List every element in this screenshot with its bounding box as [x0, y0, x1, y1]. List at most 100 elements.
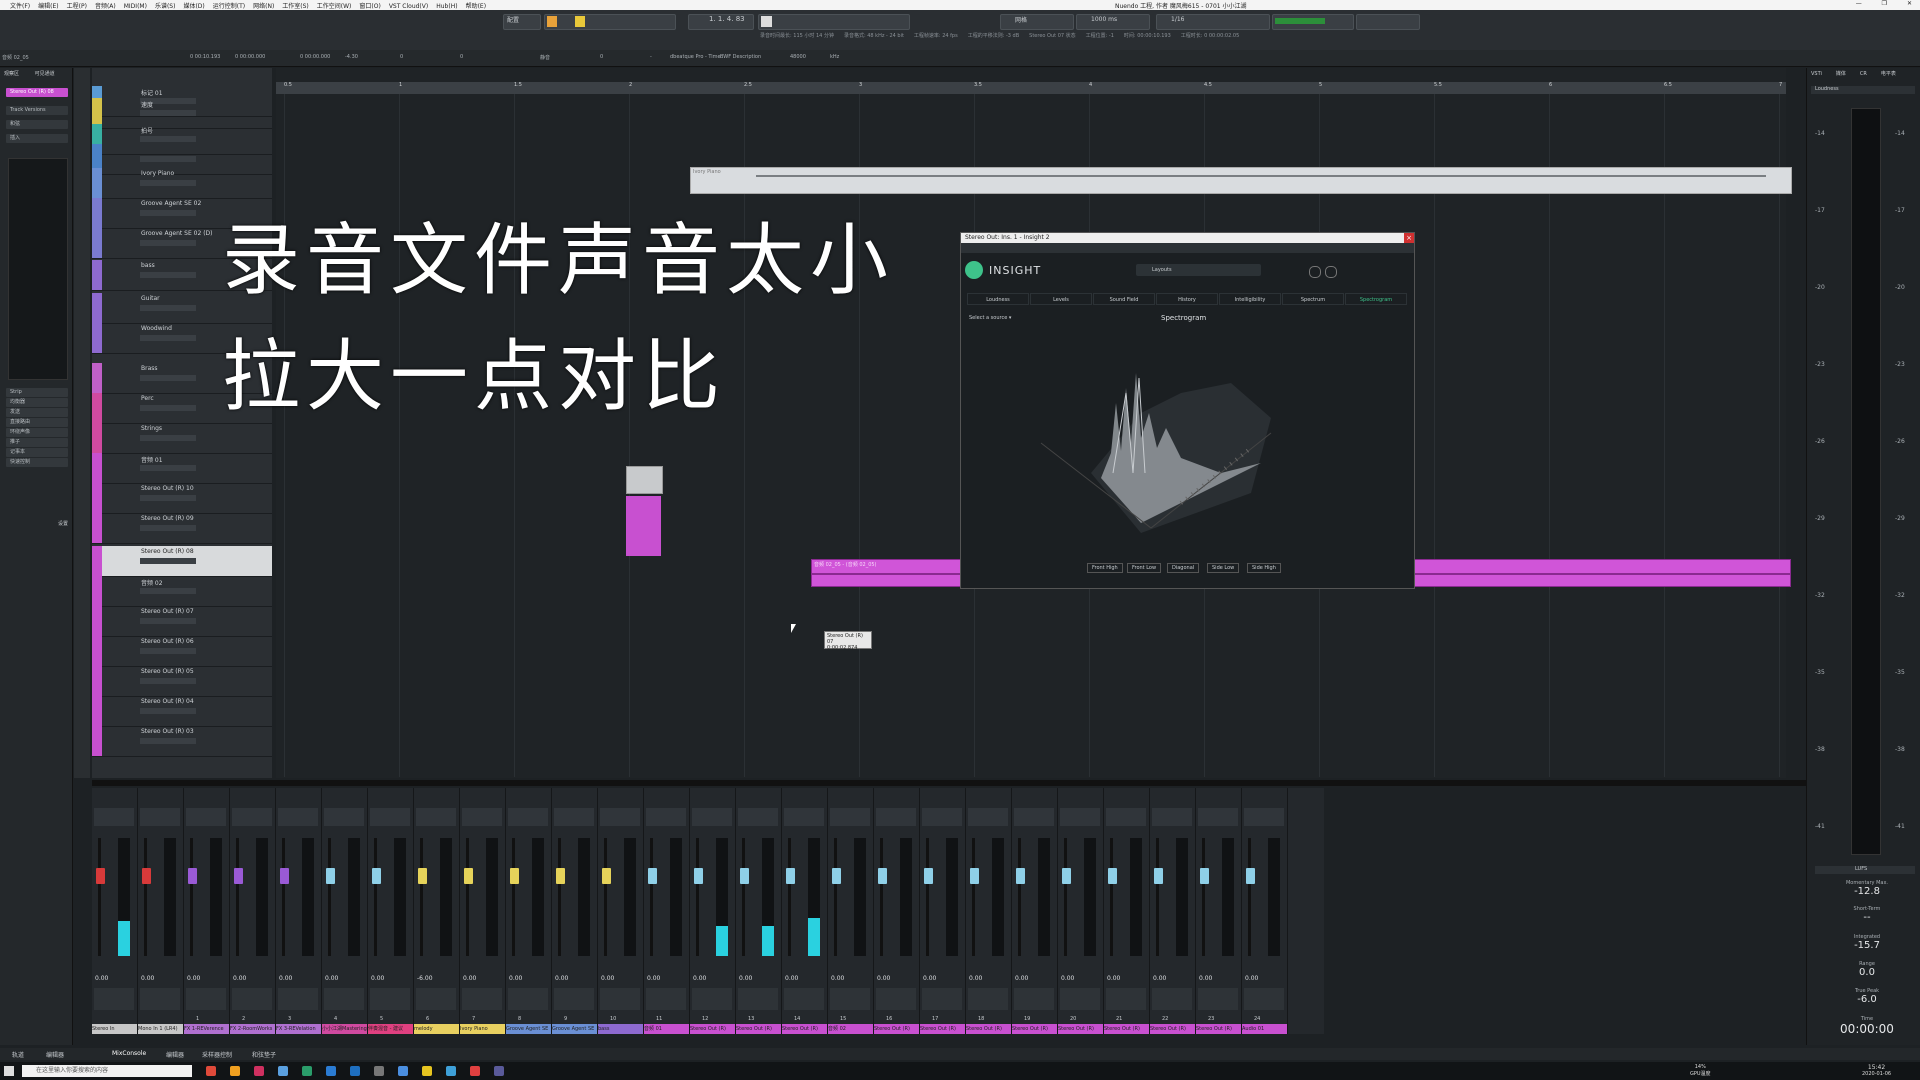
lower-zone-tab[interactable]: 采样器控制 — [202, 1050, 232, 1059]
volume-value[interactable]: 0.00 — [1153, 975, 1166, 982]
settings-label[interactable]: 设置 — [58, 520, 68, 527]
plugin-tab[interactable]: Levels — [1030, 293, 1092, 305]
track-row[interactable]: Stereo Out (R) 06 — [92, 636, 272, 667]
channel-buttons[interactable] — [324, 808, 364, 826]
track-controls[interactable] — [140, 136, 196, 142]
volume-fader[interactable] — [1062, 868, 1071, 884]
channel-routing[interactable] — [1106, 988, 1146, 1010]
track-controls[interactable] — [140, 405, 196, 411]
volume-fader[interactable] — [280, 868, 289, 884]
volume-fader[interactable] — [464, 868, 473, 884]
info-value[interactable]: 0 00:00.000 — [235, 54, 265, 60]
quantize-selector[interactable]: 1/16 — [1156, 14, 1270, 30]
info-value[interactable]: kHz — [830, 54, 839, 60]
right-zone-tab[interactable]: VSTi — [1811, 71, 1822, 77]
volume-fader[interactable] — [96, 868, 105, 884]
track-controls[interactable] — [140, 435, 196, 441]
track-row[interactable]: Stereo Out (R) 03 — [92, 726, 272, 757]
layouts-selector[interactable]: Layouts — [1136, 264, 1261, 276]
channel-buttons[interactable] — [186, 808, 226, 826]
info-value[interactable]: -4.30 — [345, 54, 358, 60]
inspector-section[interactable]: 环绕声像 — [6, 428, 68, 437]
channel-routing[interactable] — [876, 988, 916, 1010]
channel-name[interactable]: Groove Agent SE — [552, 1024, 597, 1034]
inspector-section[interactable]: Track Versions — [6, 106, 68, 115]
right-zone-tab[interactable]: 媒体 — [1836, 71, 1846, 77]
volume-value[interactable]: 0.00 — [785, 975, 798, 982]
volume-value[interactable]: 0.00 — [371, 975, 384, 982]
channel-buttons[interactable] — [830, 808, 870, 826]
menu-item[interactable]: Hub(H) — [436, 3, 457, 10]
channel-buttons[interactable] — [646, 808, 686, 826]
volume-value[interactable]: 0.00 — [969, 975, 982, 982]
channel-routing[interactable] — [278, 988, 318, 1010]
volume-fader[interactable] — [1016, 868, 1025, 884]
view-button[interactable]: Front Low — [1127, 563, 1162, 573]
track-controls[interactable] — [140, 738, 196, 744]
plugin-tab[interactable]: Intelligibility — [1219, 293, 1281, 305]
channel-buttons[interactable] — [232, 808, 272, 826]
channel-buttons[interactable] — [784, 808, 824, 826]
volume-fader[interactable] — [556, 868, 565, 884]
audio-clip[interactable] — [626, 466, 663, 494]
channel-routing[interactable] — [370, 988, 410, 1010]
volume-value[interactable]: 0.00 — [923, 975, 936, 982]
volume-fader[interactable] — [188, 868, 197, 884]
volume-fader[interactable] — [372, 868, 381, 884]
track-controls[interactable] — [140, 558, 196, 564]
channel-routing[interactable] — [1152, 988, 1192, 1010]
inspector-section[interactable]: 推子 — [6, 438, 68, 447]
channel-name[interactable]: Stereo Out (R) — [1150, 1024, 1195, 1034]
channel-name[interactable]: Ivory Piano — [460, 1024, 505, 1034]
insert-slots[interactable] — [8, 158, 68, 380]
channel-routing[interactable] — [186, 988, 226, 1010]
volume-value[interactable]: 0.00 — [877, 975, 890, 982]
menu-item[interactable]: 工作室(S) — [282, 3, 309, 10]
track-controls[interactable] — [140, 210, 196, 216]
info-value[interactable]: 0 00:00.000 — [300, 54, 330, 60]
inspector-section[interactable]: 直接路由 — [6, 418, 68, 427]
taskbar-app-icon[interactable] — [326, 1066, 336, 1076]
track-controls[interactable] — [140, 375, 196, 381]
track-controls[interactable] — [140, 272, 196, 278]
menu-item[interactable]: 网络(N) — [253, 3, 274, 10]
menu-item[interactable]: 媒体(D) — [183, 3, 204, 10]
volume-fader[interactable] — [1154, 868, 1163, 884]
volume-fader[interactable] — [1200, 868, 1209, 884]
track-controls[interactable] — [140, 110, 196, 116]
volume-value[interactable]: 0.00 — [187, 975, 200, 982]
menu-item[interactable]: VST Cloud(V) — [389, 3, 428, 10]
channel-routing[interactable] — [692, 988, 732, 1010]
menu-item[interactable]: 音频(A) — [95, 3, 116, 10]
inspector-section[interactable]: 发送 — [6, 408, 68, 417]
info-value[interactable]: 0 — [460, 54, 463, 60]
track-controls[interactable] — [140, 465, 196, 471]
taskbar-app-icon[interactable] — [422, 1066, 432, 1076]
plugin-tab[interactable]: Spectrum — [1282, 293, 1344, 305]
channel-routing[interactable] — [462, 988, 502, 1010]
inspector-section[interactable]: 和弦 — [6, 120, 68, 129]
taskbar-app-icon[interactable] — [254, 1066, 264, 1076]
channel-buttons[interactable] — [738, 808, 778, 826]
channel-buttons[interactable] — [554, 808, 594, 826]
maximize-icon[interactable]: ❐ — [1882, 0, 1887, 7]
position-display[interactable]: 1. 1. 4. 83 — [688, 14, 754, 30]
channel-routing[interactable] — [232, 988, 272, 1010]
menu-item[interactable]: MIDI(M) — [124, 3, 147, 10]
channel-name[interactable]: melody — [414, 1024, 459, 1034]
volume-fader[interactable] — [878, 868, 887, 884]
channel-buttons[interactable] — [1106, 808, 1146, 826]
volume-fader[interactable] — [924, 868, 933, 884]
taskbar-app-icon[interactable] — [470, 1066, 480, 1076]
pointer-tool-icon[interactable] — [761, 16, 772, 27]
menu-item[interactable]: 编辑(E) — [38, 3, 58, 10]
info-value[interactable]: dbeatque Pro - Time — [670, 54, 721, 60]
channel-name[interactable]: Stereo Out (R) — [1104, 1024, 1149, 1034]
channel-name[interactable]: Stereo Out (R) — [782, 1024, 827, 1034]
channel-buttons[interactable] — [1014, 808, 1054, 826]
close-icon[interactable]: × — [1404, 233, 1414, 243]
source-selector[interactable]: Select a source ▾ — [969, 315, 1011, 321]
audio-clip[interactable] — [626, 496, 661, 556]
inspector-section[interactable]: Stereo Out (R) 08 — [6, 88, 68, 97]
channel-buttons[interactable] — [94, 808, 134, 826]
